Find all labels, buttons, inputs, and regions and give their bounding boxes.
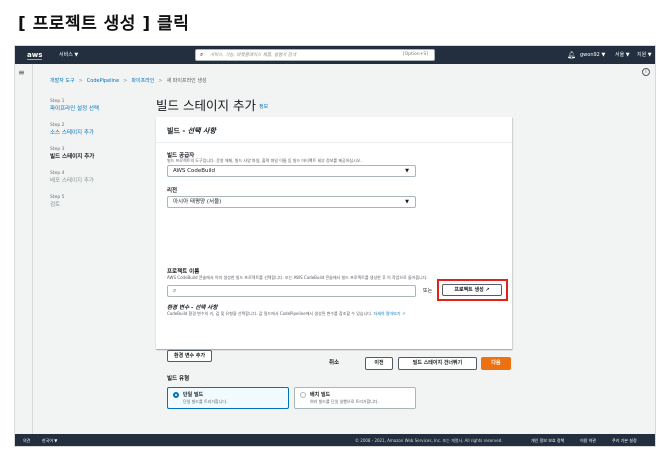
batch-build-title: 배치 빌드 [310, 392, 331, 398]
step-label: 배포 스테이지 추가 [50, 178, 94, 184]
breadcrumb-pipelines[interactable]: 파이프라인 [131, 78, 154, 84]
step-label: 소스 스테이지 추가 [50, 130, 94, 136]
skip-build-stage-button[interactable]: 빌드 스테이지 건너뛰기 [398, 357, 477, 370]
step-label: 빌드 스테이지 추가 [50, 154, 95, 160]
single-build-option[interactable]: 단일 빌드 단일 빌드를 트리거합니다. [167, 387, 289, 409]
region-menu[interactable]: 서울 ▼ [615, 46, 630, 64]
region-select[interactable]: 아시아 태평양 (서울) ▼ [167, 196, 416, 208]
create-project-button[interactable]: 프로젝트 생성 ↗ [442, 284, 502, 296]
bell-icon[interactable]: 🔔︎ [567, 46, 576, 64]
chevron-right-icon: > [158, 78, 163, 84]
provider-description: 빌드 프로젝트의 도구입니다. 운영 체제, 빌드 사양 파일, 출력 파일 이… [167, 158, 362, 163]
info-icon[interactable]: i [642, 68, 650, 76]
hamburger-menu-icon[interactable]: ≡ [18, 68, 25, 77]
chevron-right-icon: > [78, 78, 83, 84]
privacy-link[interactable]: 개인 정보 보호 정책 [531, 434, 564, 446]
panel-header: 빌드 - 선택 사항 [156, 117, 512, 143]
step-label: 파이프라인 설정 선택 [50, 106, 100, 112]
panel-header-prefix: 빌드 - [167, 127, 188, 135]
global-search[interactable]: ⌕ [Option+S] [195, 49, 435, 61]
breadcrumb-developer-tools[interactable]: 개발자 도구 [50, 78, 75, 84]
wizard-step-2[interactable]: Step 2 소스 스테이지 추가 [50, 122, 150, 137]
breadcrumb-codepipeline[interactable]: CodePipeline [87, 78, 119, 84]
next-button[interactable]: 다음 [481, 357, 511, 370]
build-type-label: 빌드 유형 [167, 376, 190, 382]
single-build-description: 단일 빌드를 트리거합니다. [183, 399, 228, 404]
radio-selected-icon [173, 392, 179, 398]
search-icon: ⌕ [200, 51, 204, 58]
env-variables-label: 환경 변수 - 선택 사항 [167, 305, 218, 311]
step-number: Step 4 [50, 171, 65, 176]
project-name-description: AWS CodeBuild 콘솔에서 이미 생성한 빌드 프로젝트를 선택합니다… [167, 275, 428, 280]
panel-header-optional: 선택 사항 [187, 127, 216, 135]
copyright-text: © 2008 - 2021, Amazon Web Services, Inc.… [355, 438, 503, 443]
support-menu[interactable]: 지원 ▼ [637, 46, 652, 64]
wizard-step-5: Step 5 검토 [50, 194, 150, 209]
cancel-button[interactable]: 취소 [329, 357, 339, 369]
page-title: 빌드 스테이지 추가 정보 [156, 95, 268, 114]
env-variables-description-text: CodeBuild 환경 변수의 키, 값 및 유형을 선택합니다. 값 필드에… [167, 311, 373, 316]
build-provider-select[interactable]: AWS CodeBuild ▼ [167, 165, 416, 177]
step-number: Step 1 [50, 99, 65, 104]
top-navigation-bar: aws 서비스 ▼ ⌕ [Option+S] 🔔︎ gwon92 ▼ 서울 ▼ … [15, 46, 655, 64]
wizard-step-1[interactable]: Step 1 파이프라인 설정 선택 [50, 98, 150, 113]
project-search-field[interactable]: ⌕ [167, 285, 416, 297]
region-value: 아시아 태평양 (서울) [173, 199, 222, 205]
language-selector[interactable]: 한국어 ▼ [42, 434, 57, 446]
aws-logo[interactable]: aws [27, 46, 43, 64]
or-label: 또는 [423, 288, 433, 294]
console-screenshot: aws 서비스 ▼ ⌕ [Option+S] 🔔︎ gwon92 ▼ 서울 ▼ … [14, 45, 656, 447]
project-name-label: 프로젝트 이름 [167, 269, 200, 275]
sidebar-divider [32, 64, 33, 436]
search-icon: ⌕ [173, 287, 177, 294]
info-link[interactable]: 정보 [259, 104, 268, 110]
build-provider-value: AWS CodeBuild [173, 168, 216, 174]
cookie-preferences-link[interactable]: 쿠키 기본 설정 [612, 434, 637, 446]
console-footer: 의견 한국어 ▼ © 2008 - 2021, Amazon Web Servi… [15, 434, 655, 446]
single-build-title: 단일 빌드 [183, 392, 204, 398]
batch-build-option[interactable]: 배치 빌드 여러 빌드를 단일 실행으로 트리거합니다. [294, 387, 416, 409]
slide-title: [ 프로젝트 생성 ] 클릭 [18, 14, 190, 34]
learn-more-link[interactable]: 자세히 알아보기 ↗ [374, 311, 406, 316]
wizard-step-3: Step 3 빌드 스테이지 추가 [50, 146, 150, 161]
previous-button[interactable]: 이전 [365, 357, 393, 370]
step-number: Step 2 [50, 123, 65, 128]
account-menu[interactable]: gwon92 ▼ [580, 46, 605, 64]
breadcrumb-current: 새 파이프라인 생성 [166, 78, 207, 84]
wizard-steps: Step 1 파이프라인 설정 선택 Step 2 소스 스테이지 추가 Ste… [50, 98, 150, 218]
search-shortcut: [Option+S] [402, 52, 428, 57]
project-name-input[interactable] [182, 287, 402, 295]
batch-build-description: 여러 빌드를 단일 실행으로 트리거합니다. [310, 399, 379, 404]
radio-unselected-icon [300, 392, 306, 398]
step-number: Step 3 [50, 147, 65, 152]
build-panel: 빌드 - 선택 사항 빌드 공급자 빌드 프로젝트의 도구입니다. 운영 체제,… [156, 117, 512, 409]
services-menu[interactable]: 서비스 ▼ [59, 46, 78, 64]
step-number: Step 5 [50, 195, 65, 200]
caret-down-icon: ▼ [405, 168, 409, 174]
region-label: 리전 [167, 188, 178, 194]
wizard-actions: 취소 이전 빌드 스테이지 건너뛰기 다음 [15, 357, 655, 371]
breadcrumb: 개발자 도구 > CodePipeline > 파이프라인 > 새 파이프라인 생성 [50, 77, 207, 84]
feedback-link[interactable]: 의견 [23, 434, 30, 446]
terms-link[interactable]: 이용 약관 [580, 434, 596, 446]
chevron-right-icon: > [123, 78, 128, 84]
caret-down-icon: ▼ [405, 199, 409, 205]
env-variables-description: CodeBuild 환경 변수의 키, 값 및 유형을 선택합니다. 값 필드에… [167, 311, 405, 317]
page-title-text: 빌드 스테이지 추가 [156, 98, 256, 113]
wizard-step-4: Step 4 배포 스테이지 추가 [50, 170, 150, 185]
search-input[interactable] [210, 51, 380, 59]
step-label: 검토 [50, 202, 61, 208]
